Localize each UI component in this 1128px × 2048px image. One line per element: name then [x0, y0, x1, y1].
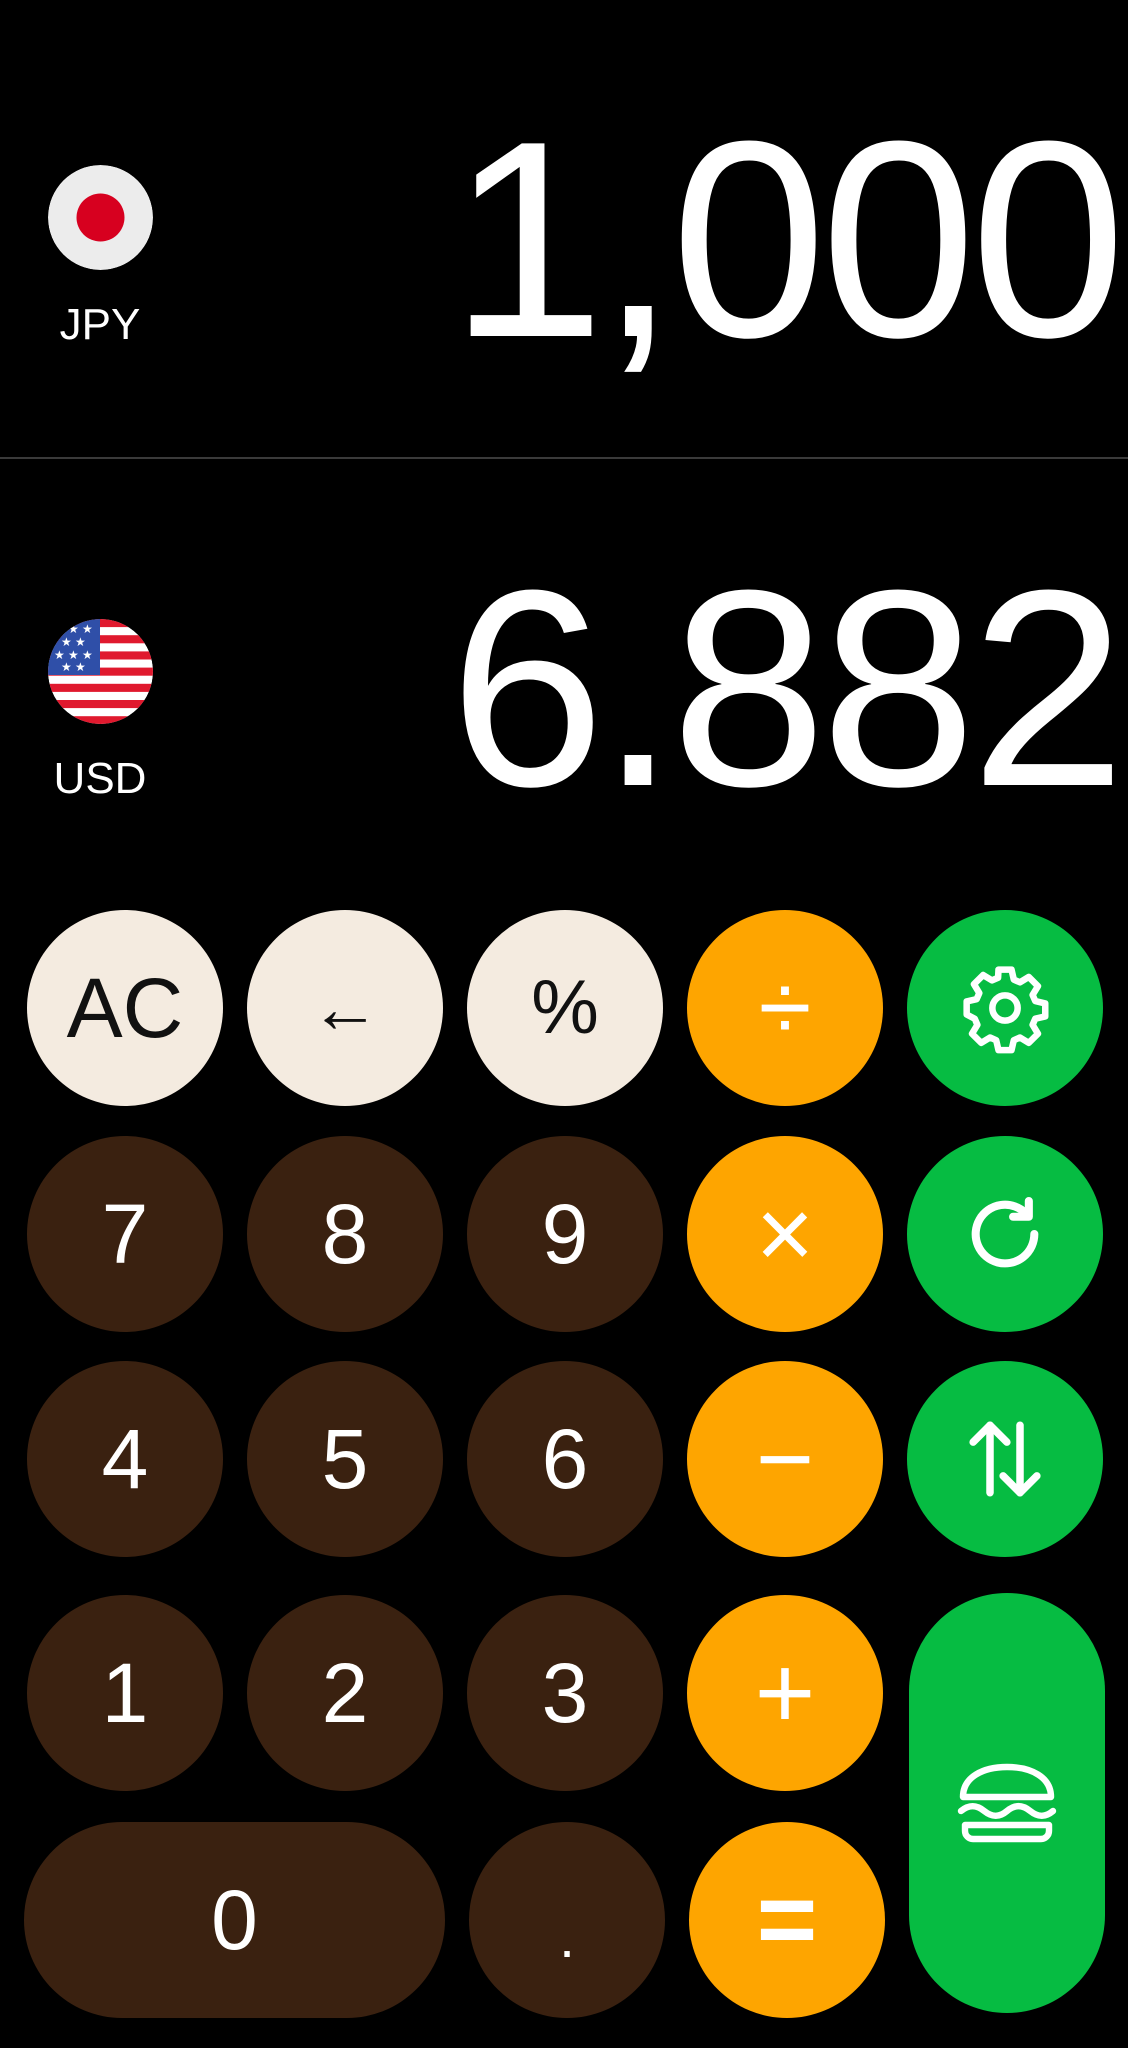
- source-currency-row[interactable]: JPY 1,000: [0, 0, 1128, 457]
- divide-label: ÷: [758, 954, 812, 1061]
- digit-3-label: 3: [541, 1646, 589, 1740]
- target-currency-row[interactable]: ★ ★ ★ ★ ★ ★ ★ ★ ★ ★ USD 6.882: [0, 459, 1128, 879]
- percent-label: %: [531, 965, 599, 1050]
- clear-label: AC: [66, 961, 184, 1055]
- digit-6-label: 6: [541, 1412, 589, 1506]
- digit-9-label: 9: [541, 1187, 589, 1281]
- decimal-button[interactable]: .: [469, 1822, 665, 2018]
- svg-text:★: ★: [75, 660, 86, 674]
- multiply-button[interactable]: ×: [687, 1136, 883, 1332]
- digit-8-label: 8: [321, 1187, 369, 1281]
- digit-4-button[interactable]: 4: [27, 1361, 223, 1557]
- swap-button[interactable]: [907, 1361, 1103, 1557]
- digit-5-button[interactable]: 5: [247, 1361, 443, 1557]
- target-currency-code: USD: [53, 754, 147, 803]
- plus-button[interactable]: +: [687, 1595, 883, 1791]
- clear-button[interactable]: AC: [27, 910, 223, 1106]
- digit-6-button[interactable]: 6: [467, 1361, 663, 1557]
- japan-flag-icon[interactable]: [48, 165, 153, 270]
- refresh-button[interactable]: [907, 1136, 1103, 1332]
- svg-text:★: ★: [61, 660, 72, 674]
- svg-text:★: ★: [75, 635, 86, 649]
- usa-flag-icon[interactable]: ★ ★ ★ ★ ★ ★ ★ ★ ★ ★: [48, 619, 153, 724]
- svg-text:★: ★: [61, 635, 72, 649]
- equals-label: =: [756, 1862, 818, 1978]
- source-amount: 1,000: [449, 84, 1126, 396]
- svg-text:★: ★: [68, 622, 79, 636]
- digit-8-button[interactable]: 8: [247, 1136, 443, 1332]
- minus-button[interactable]: −: [687, 1361, 883, 1557]
- digit-7-button[interactable]: 7: [27, 1136, 223, 1332]
- digit-9-button[interactable]: 9: [467, 1136, 663, 1332]
- minus-label: −: [755, 1403, 815, 1515]
- plus-label: +: [754, 1635, 816, 1751]
- backspace-label: ←: [310, 969, 380, 1047]
- digit-2-button[interactable]: 2: [247, 1595, 443, 1791]
- menu-button[interactable]: [909, 1593, 1105, 2013]
- divide-button[interactable]: ÷: [687, 910, 883, 1106]
- digit-1-label: 1: [101, 1646, 149, 1740]
- digit-2-label: 2: [321, 1646, 369, 1740]
- digit-5-label: 5: [321, 1412, 369, 1506]
- gear-icon: [963, 966, 1049, 1054]
- digit-0-label: 0: [211, 1873, 258, 1967]
- svg-text:★: ★: [54, 622, 65, 636]
- digit-3-button[interactable]: 3: [467, 1595, 663, 1791]
- digit-1-button[interactable]: 1: [27, 1595, 223, 1791]
- digit-0-button[interactable]: 0: [24, 1822, 445, 2018]
- burger-icon: [957, 1763, 1057, 1843]
- equals-button[interactable]: =: [689, 1822, 885, 2018]
- settings-button[interactable]: [907, 910, 1103, 1106]
- digit-4-label: 4: [101, 1412, 149, 1506]
- svg-text:★: ★: [82, 622, 93, 636]
- backspace-button[interactable]: ←: [247, 910, 443, 1106]
- swap-arrows-icon: [969, 1421, 1041, 1497]
- refresh-icon: [971, 1196, 1039, 1268]
- multiply-label: ×: [755, 1178, 815, 1290]
- target-amount: 6.882: [449, 533, 1126, 845]
- decimal-label: .: [559, 1906, 575, 1969]
- digit-7-label: 7: [101, 1187, 149, 1281]
- source-currency-code: JPY: [59, 300, 141, 349]
- percent-button[interactable]: %: [467, 910, 663, 1106]
